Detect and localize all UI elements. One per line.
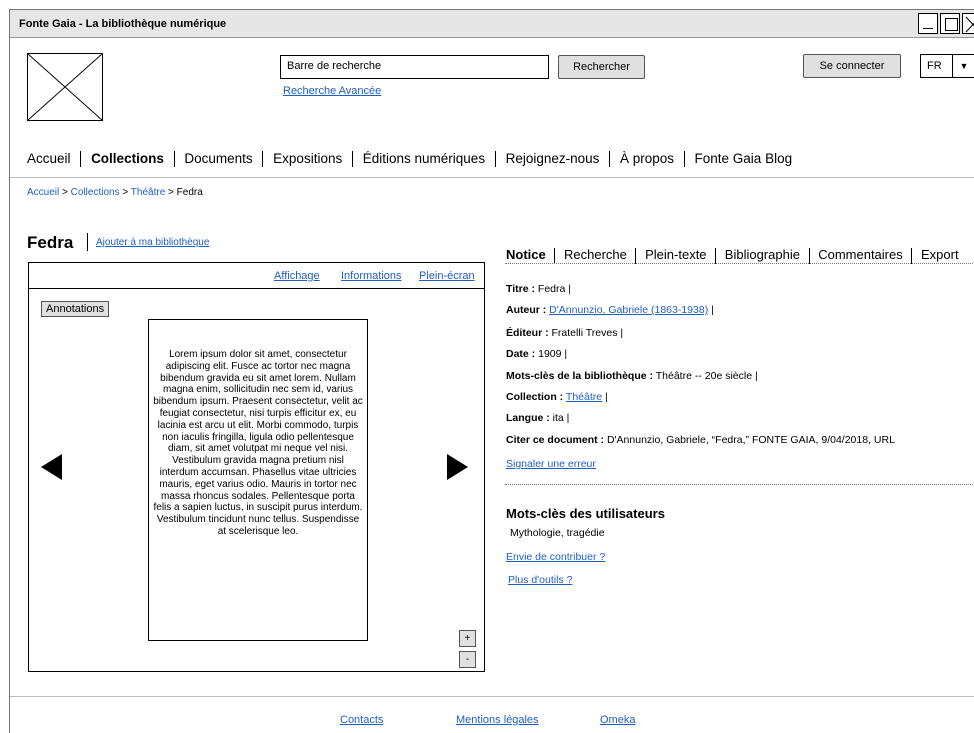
language-select[interactable]: FR ▼ [920,54,974,78]
tab-export[interactable]: Export [921,247,959,262]
viewer-tab-informations[interactable]: Informations [341,270,402,282]
tab-separator [715,247,717,264]
zoom-in-button[interactable]: + [459,630,476,647]
nav-separator [173,151,175,168]
nav-item-blog[interactable]: Fonte Gaia Blog [695,151,793,166]
breadcrumb-collections[interactable]: Collections [71,187,120,198]
nav-item-rejoignez[interactable]: Rejoignez-nous [506,151,600,166]
tab-notice[interactable]: Notice [506,247,546,262]
nav-divider [10,177,974,178]
section-divider [505,484,974,485]
tab-recherche[interactable]: Recherche [564,247,627,262]
footer-legal-link[interactable]: Mentions légales [456,714,539,726]
meta-editeur: Éditeur : Fratelli Treves | [506,327,623,339]
collection-link[interactable]: Théâtre [566,391,602,403]
page-title: Fedra [27,233,74,252]
tab-separator [911,247,913,264]
footer-contacts-link[interactable]: Contacts [340,714,383,726]
meta-label: Mots-clès de la bibliothèque : [506,370,654,382]
window-title: Fonte Gaia - La bibliothèque numérique [19,18,227,30]
maximize-icon[interactable] [940,13,960,34]
meta-label: Citer ce document : [506,434,605,446]
meta-value: Fedra | [537,283,571,295]
nav-item-expositions[interactable]: Expositions [273,151,342,166]
nav-separator [609,151,611,168]
tab-plein-texte[interactable]: Plein-texte [645,247,706,262]
breadcrumb: Accueil > Collections > Théâtre > Fedra [27,187,203,198]
close-icon[interactable] [962,13,974,34]
tab-commentaires[interactable]: Commentaires [818,247,903,262]
meta-value: ita | [552,412,570,424]
nav-item-editions[interactable]: Éditions numériques [363,151,485,166]
viewer-tab-affichage[interactable]: Affichage [274,270,320,282]
previous-page-icon[interactable] [41,454,62,480]
author-link[interactable]: D'Annunzio, Gabriele (1863-1938) [549,304,708,316]
nav-item-accueil[interactable]: Accueil [27,151,71,166]
meta-label: Collection : [506,391,564,403]
footer-omeka-link[interactable]: Omeka [600,714,635,726]
breadcrumb-theatre[interactable]: Théâtre [131,187,165,198]
meta-value: D'Annunzio, Gabriele, “Fedra,” FONTE GAI… [606,434,895,446]
meta-titre: Titre : Fedra | [506,283,571,295]
chevron-down-icon[interactable]: ▼ [952,55,974,77]
annotations-button[interactable]: Annotations [41,301,110,317]
title-bar: Fonte Gaia - La bibliothèque numérique [10,10,974,38]
report-error-link[interactable]: Signaler une erreur [506,458,596,470]
logo-placeholder [27,53,103,121]
advanced-search-link[interactable]: Recherche Avancée [283,85,381,97]
search-button[interactable]: Rechercher [558,55,645,79]
language-value: FR [927,60,942,72]
user-keywords-value: Mythologie, tragédie [510,527,605,539]
browser-window: Fonte Gaia - La bibliothèque numérique B… [9,9,974,733]
meta-suffix: | [605,391,608,403]
search-input[interactable]: Barre de recherche [280,55,549,79]
tab-separator [554,247,556,264]
add-to-library-link[interactable]: Ajouter à ma bibliothèque [96,237,209,248]
meta-auteur: Auteur : D'Annunzio, Gabriele (1863-1938… [506,304,714,316]
document-page: Lorem ipsum dolor sit amet, consectetur … [148,319,368,641]
breadcrumb-current: Fedra [176,187,203,198]
meta-suffix: | [711,304,714,316]
login-button[interactable]: Se connecter [803,54,901,78]
main-nav: Accueil Collections Documents Exposition… [27,151,793,168]
viewer-tab-plein-ecran[interactable]: Plein-écran [419,270,475,282]
tab-bibliographie[interactable]: Bibliographie [725,247,800,262]
tab-separator [808,247,810,264]
meta-langue: Langue : ita | [506,412,569,424]
minimize-icon[interactable] [918,13,938,34]
meta-value: 1909 | [538,348,568,360]
meta-label: Auteur : [506,304,547,316]
meta-collection: Collection : Théâtre | [506,391,608,403]
nav-separator [494,151,496,168]
tab-separator [635,247,637,264]
nav-separator [351,151,353,168]
zoom-out-button[interactable]: - [459,651,476,668]
title-separator [87,233,88,251]
next-page-icon[interactable] [447,454,468,480]
meta-label: Éditeur : [506,327,549,339]
detail-tabs: Notice Recherche Plein-texte Bibliograph… [506,247,959,264]
meta-label: Titre : [506,283,535,295]
contribute-link[interactable]: Envie de contribuer ? [506,551,605,563]
nav-item-apropos[interactable]: À propos [620,151,674,166]
tabs-divider [505,263,974,264]
nav-separator [80,151,82,168]
user-keywords-title: Mots-clès des utilisateurs [506,506,665,521]
nav-item-documents[interactable]: Documents [184,151,252,166]
viewer-tabs: Affichage Informations Plein-écran [29,263,484,289]
meta-value: Fratelli Treves | [551,327,624,339]
nav-separator [262,151,264,168]
more-tools-link[interactable]: Plus d'outils ? [508,574,572,586]
document-viewer: Affichage Informations Plein-écran Annot… [28,262,485,672]
breadcrumb-home[interactable]: Accueil [27,187,59,198]
nav-item-collections[interactable]: Collections [91,151,164,166]
meta-mots-cles: Mots-clès de la bibliothèque : Théâtre -… [506,370,758,382]
nav-separator [683,151,685,168]
meta-citer: Citer ce document : D'Annunzio, Gabriele… [506,434,895,446]
meta-label: Langue : [506,412,550,424]
meta-label: Date : [506,348,536,360]
meta-date: Date : 1909 | [506,348,567,360]
meta-value: Théâtre -- 20e siècle | [655,370,758,382]
footer-divider [10,696,974,697]
